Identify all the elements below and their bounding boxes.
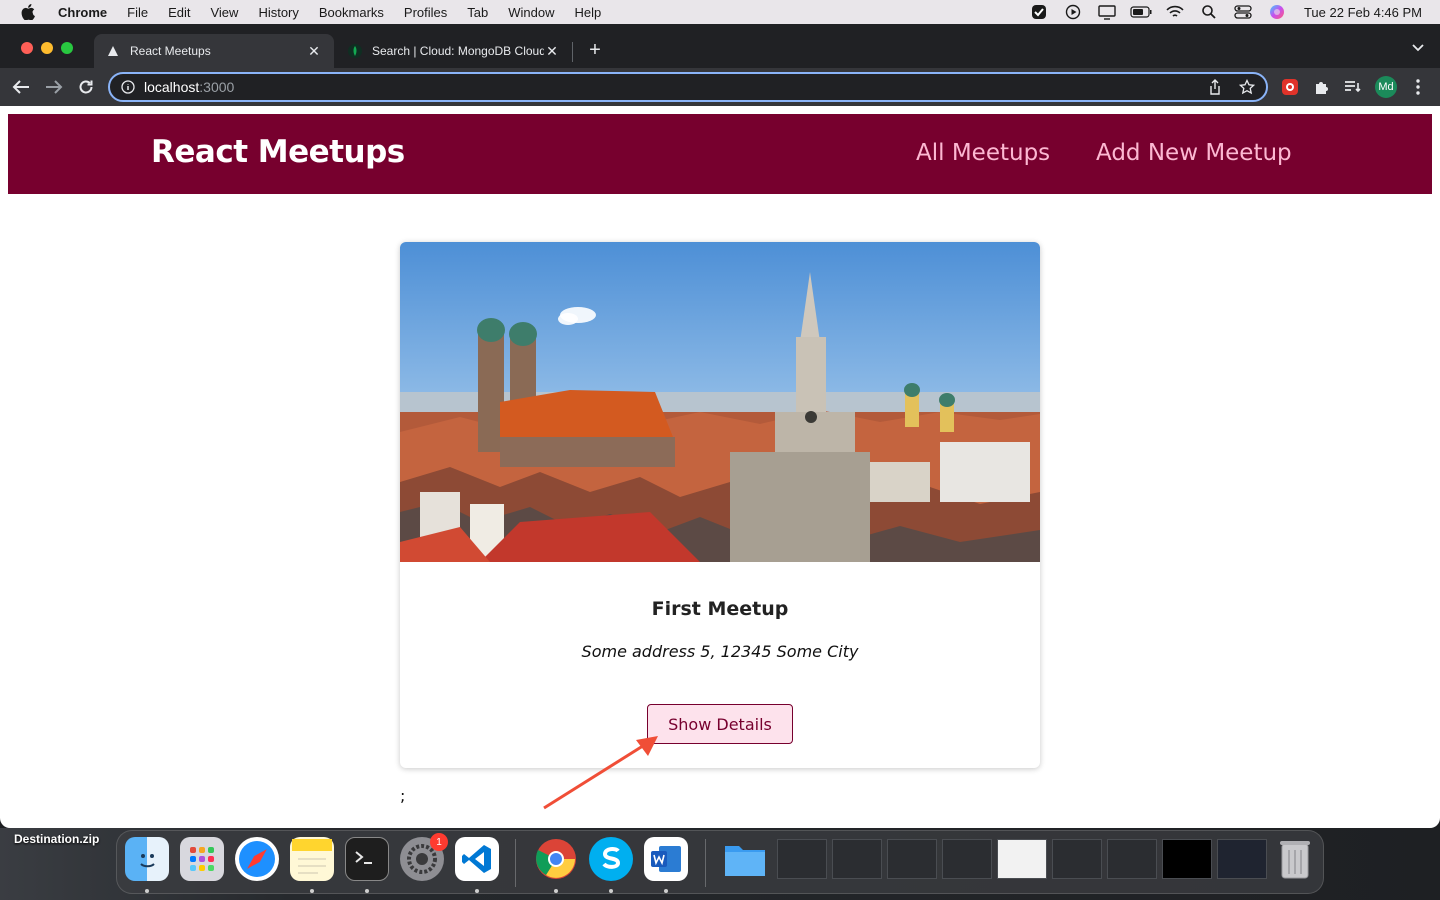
menu-history[interactable]: History — [248, 5, 308, 20]
window-minimize-button[interactable] — [41, 42, 53, 54]
dock-running-dot — [554, 889, 558, 893]
triangle-favicon-icon — [106, 44, 120, 58]
downloads-folder-icon[interactable] — [723, 837, 767, 881]
system-preferences-icon[interactable]: 1 — [400, 833, 448, 881]
siri-icon[interactable] — [1266, 4, 1288, 20]
launchpad-icon[interactable] — [180, 837, 224, 881]
site-header: React Meetups All Meetups Add New Meetup — [8, 114, 1432, 194]
minimized-window-thumbnail[interactable] — [832, 839, 882, 879]
notes-icon[interactable] — [290, 837, 334, 881]
minimized-window-thumbnail[interactable] — [942, 839, 992, 879]
dock-running-dot — [609, 889, 613, 893]
tab-react-meetups[interactable]: React Meetups ✕ — [94, 34, 334, 68]
macos-menubar: Chrome File Edit View History Bookmarks … — [0, 0, 1440, 24]
tab-close-icon[interactable]: ✕ — [544, 43, 560, 59]
address-bar[interactable]: localhost:3000 — [108, 72, 1268, 102]
safari-icon[interactable] — [235, 837, 279, 881]
skype-icon[interactable] — [589, 837, 633, 881]
share-icon[interactable] — [1206, 78, 1224, 96]
dock-running-dot — [365, 889, 369, 893]
dock-running-dot — [310, 889, 314, 893]
url-host: localhost — [144, 79, 200, 95]
reload-icon[interactable] — [75, 76, 97, 98]
wifi-icon[interactable] — [1164, 4, 1186, 20]
control-center-icon[interactable] — [1232, 4, 1254, 20]
google-chrome-icon[interactable] — [534, 837, 578, 881]
profile-avatar[interactable]: Md — [1375, 76, 1397, 98]
trash-icon[interactable] — [1273, 837, 1317, 881]
menu-tab[interactable]: Tab — [457, 5, 498, 20]
menu-app-name[interactable]: Chrome — [48, 5, 117, 20]
finder-icon[interactable] — [125, 837, 169, 881]
dock-running-dot — [145, 889, 149, 893]
browser-tab-strip: React Meetups ✕ Search | Cloud: MongoDB … — [0, 24, 1440, 68]
vscode-icon[interactable] — [455, 837, 499, 881]
reading-list-icon[interactable] — [1343, 77, 1363, 97]
desktop-file-label[interactable]: Destination.zip — [14, 832, 99, 846]
display-icon[interactable] — [1096, 4, 1118, 20]
window-zoom-button[interactable] — [61, 42, 73, 54]
new-tab-plus-icon[interactable]: + — [584, 38, 606, 62]
tab-close-icon[interactable]: ✕ — [306, 43, 322, 59]
menu-bookmarks[interactable]: Bookmarks — [309, 5, 394, 20]
tab-search-chevron-icon[interactable] — [1410, 40, 1426, 56]
play-icon[interactable] — [1062, 4, 1084, 20]
apple-icon[interactable] — [18, 4, 38, 20]
site-logo: React Meetups — [151, 134, 405, 170]
menu-edit[interactable]: Edit — [158, 5, 200, 20]
meetup-address: Some address 5, 12345 Some City — [581, 642, 859, 661]
battery-icon[interactable] — [1130, 4, 1152, 20]
forward-arrow-icon[interactable] — [43, 76, 65, 98]
minimized-window-thumbnail[interactable] — [1107, 839, 1157, 879]
back-arrow-icon[interactable] — [10, 76, 32, 98]
dock-separator — [515, 839, 516, 887]
extensions-puzzle-icon[interactable] — [1312, 77, 1332, 97]
minimized-window-thumbnail[interactable] — [887, 839, 937, 879]
macos-dock: 1 — [116, 830, 1324, 894]
search-icon[interactable] — [1198, 4, 1220, 20]
tab-title: React Meetups — [130, 44, 211, 58]
menu-help[interactable]: Help — [565, 5, 612, 20]
url-port: :3000 — [199, 79, 235, 95]
meetup-image — [400, 242, 1040, 562]
minimized-window-thumbnail[interactable] — [777, 839, 827, 879]
extension-bug-icon[interactable] — [1280, 77, 1300, 97]
chrome-menu-kebab-icon[interactable] — [1408, 77, 1428, 97]
annotation-arrow-icon — [543, 736, 658, 810]
dock-separator — [705, 839, 706, 887]
meetup-card: First Meetup Some address 5, 12345 Some … — [400, 242, 1040, 768]
tab-mongodb-search[interactable]: Search | Cloud: MongoDB Cloud ✕ — [336, 34, 572, 68]
menu-view[interactable]: View — [200, 5, 248, 20]
menu-profiles[interactable]: Profiles — [394, 5, 457, 20]
stray-semicolon-text: ; — [400, 786, 406, 805]
browser-toolbar: localhost:3000 Md — [0, 68, 1440, 106]
tab-divider — [572, 42, 573, 62]
minimized-window-thumbnail[interactable] — [997, 839, 1047, 879]
dock-running-dot — [475, 889, 479, 893]
window-close-button[interactable] — [21, 42, 33, 54]
minimized-window-thumbnail[interactable] — [1052, 839, 1102, 879]
checkmark-icon[interactable] — [1028, 4, 1050, 20]
nav-link-all-meetups[interactable]: All Meetups — [916, 140, 1050, 166]
dock-running-dot — [664, 889, 668, 893]
mongodb-leaf-icon — [348, 44, 362, 58]
status-area: Tue 22 Feb 4:46 PM — [1022, 0, 1440, 24]
notification-badge: 1 — [430, 833, 448, 851]
minimized-window-thumbnail[interactable] — [1217, 839, 1267, 879]
menubar-clock[interactable]: Tue 22 Feb 4:46 PM — [1304, 5, 1422, 20]
url-text[interactable]: localhost:3000 — [144, 79, 1192, 95]
microsoft-word-icon[interactable] — [644, 837, 688, 881]
web-page: React Meetups All Meetups Add New Meetup — [0, 106, 1440, 828]
minimized-window-thumbnail[interactable] — [1162, 839, 1212, 879]
site-info-icon[interactable] — [120, 79, 136, 95]
menu-window[interactable]: Window — [498, 5, 564, 20]
menu-file[interactable]: File — [117, 5, 158, 20]
tab-title: Search | Cloud: MongoDB Cloud — [372, 44, 544, 58]
terminal-icon[interactable] — [345, 837, 389, 881]
meetup-title: First Meetup — [651, 598, 789, 620]
nav-link-add-new-meetup[interactable]: Add New Meetup — [1096, 140, 1292, 166]
bookmark-star-icon[interactable] — [1238, 78, 1256, 96]
